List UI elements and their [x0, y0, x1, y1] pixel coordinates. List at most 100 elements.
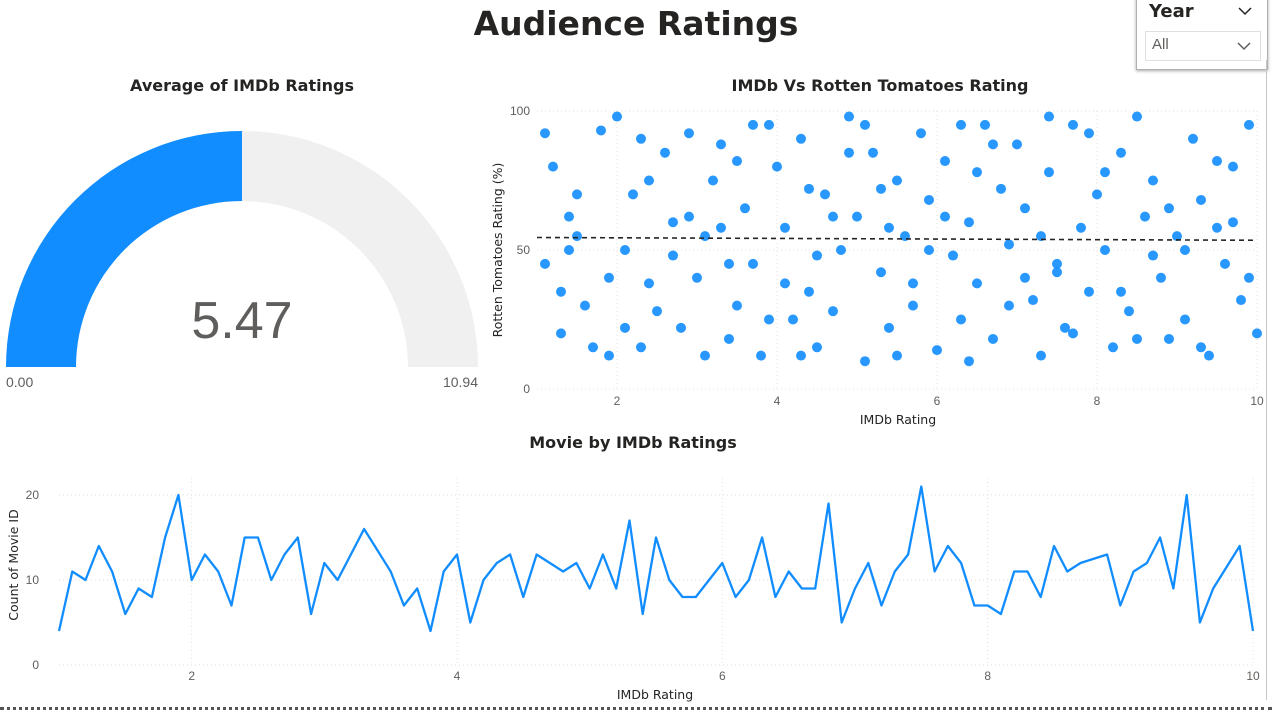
scatter-point[interactable]	[732, 156, 742, 167]
slicer-dropdown[interactable]: All	[1145, 31, 1261, 61]
scatter-point[interactable]	[956, 119, 966, 130]
scatter-point[interactable]	[1196, 194, 1206, 205]
scatter-point[interactable]	[788, 314, 798, 325]
scatter-point[interactable]	[772, 161, 782, 172]
scatter-point[interactable]	[1132, 111, 1142, 122]
scatter-point[interactable]	[724, 258, 734, 269]
scatter-point[interactable]	[972, 278, 982, 289]
scatter-point[interactable]	[572, 231, 582, 242]
scatter-point[interactable]	[1124, 306, 1134, 317]
scatter-point[interactable]	[924, 245, 934, 255]
scatter-point[interactable]	[980, 119, 990, 130]
scatter-point[interactable]	[828, 211, 838, 222]
scatter-point[interactable]	[964, 217, 974, 228]
scatter-point[interactable]	[884, 322, 894, 333]
scatter-point[interactable]	[1068, 328, 1078, 339]
scatter-point[interactable]	[804, 183, 814, 194]
scatter-point[interactable]	[908, 278, 918, 289]
scatter-point[interactable]	[732, 300, 742, 311]
scatter-point[interactable]	[620, 245, 630, 255]
scatter-point[interactable]	[548, 161, 558, 172]
scatter-point[interactable]	[1020, 203, 1030, 214]
scatter-point[interactable]	[796, 350, 806, 361]
scatter-point[interactable]	[1116, 147, 1126, 158]
scatter-point[interactable]	[1092, 189, 1102, 200]
scatter-point[interactable]	[540, 258, 550, 269]
scatter-point[interactable]	[684, 211, 694, 222]
scatter-point[interactable]	[612, 111, 622, 122]
scatter-point[interactable]	[1004, 300, 1014, 311]
scatter-point[interactable]	[1188, 133, 1198, 144]
scatter-point[interactable]	[748, 119, 758, 130]
scatter-point[interactable]	[604, 272, 614, 283]
scatter-point[interactable]	[988, 333, 998, 344]
scatter-point[interactable]	[684, 128, 694, 139]
scatter-point[interactable]	[1084, 286, 1094, 297]
scatter-point[interactable]	[716, 139, 726, 150]
scatter-point[interactable]	[1164, 203, 1174, 214]
scatter-point[interactable]	[1228, 217, 1238, 228]
scatter-point[interactable]	[820, 189, 830, 200]
scatter-point[interactable]	[1108, 342, 1118, 353]
scatter-point[interactable]	[892, 350, 902, 361]
scatter-point[interactable]	[1180, 314, 1190, 325]
scatter-point[interactable]	[1244, 272, 1254, 283]
chevron-down-icon[interactable]	[1236, 38, 1252, 54]
scatter-point[interactable]	[908, 300, 918, 311]
scatter-point[interactable]	[668, 250, 678, 261]
scatter-point[interactable]	[748, 258, 758, 269]
scatter-point[interactable]	[1180, 245, 1190, 255]
scatter-point[interactable]	[836, 245, 846, 255]
scatter-point[interactable]	[1100, 245, 1110, 255]
scatter-point[interactable]	[916, 128, 926, 139]
scatter-point[interactable]	[1236, 295, 1246, 306]
scatter-point[interactable]	[580, 300, 590, 311]
scatter-point[interactable]	[716, 222, 726, 233]
scatter-point[interactable]	[844, 147, 854, 158]
scatter-point[interactable]	[956, 314, 966, 325]
scatter-point[interactable]	[644, 175, 654, 186]
scatter-point[interactable]	[796, 133, 806, 144]
scatter-point[interactable]	[884, 222, 894, 233]
scatter-point[interactable]	[996, 183, 1006, 194]
scatter-point[interactable]	[620, 322, 630, 333]
scatter-point[interactable]	[860, 119, 870, 130]
scatter-point[interactable]	[652, 306, 662, 317]
scatter-point[interactable]	[812, 250, 822, 261]
scatter-point[interactable]	[1204, 350, 1214, 361]
scatter-point[interactable]	[1252, 328, 1262, 339]
scatter-point[interactable]	[1212, 222, 1222, 233]
scatter-point[interactable]	[948, 250, 958, 261]
scatter-point[interactable]	[764, 314, 774, 325]
scatter-point[interactable]	[1212, 156, 1222, 167]
scatter-point[interactable]	[1244, 119, 1254, 130]
scatter-point[interactable]	[804, 286, 814, 297]
scatter-point[interactable]	[852, 211, 862, 222]
scatter-point[interactable]	[1068, 119, 1078, 130]
scatter-point[interactable]	[844, 111, 854, 122]
scatter-point[interactable]	[860, 356, 870, 367]
scatter-point[interactable]	[1148, 175, 1158, 186]
scatter-point[interactable]	[676, 322, 686, 333]
scatter-point[interactable]	[644, 278, 654, 289]
scatter-point[interactable]	[1220, 258, 1230, 269]
scatter-point[interactable]	[604, 350, 614, 361]
scatter-point[interactable]	[780, 222, 790, 233]
scatter-point[interactable]	[828, 306, 838, 317]
scatter-point[interactable]	[1020, 272, 1030, 283]
scatter-point[interactable]	[964, 356, 974, 367]
scatter-point[interactable]	[1012, 139, 1022, 150]
scatter-point[interactable]	[668, 217, 678, 228]
scatter-point[interactable]	[700, 231, 710, 242]
scatter-point[interactable]	[1228, 161, 1238, 172]
scatter-point[interactable]	[1132, 333, 1142, 344]
scatter-point[interactable]	[932, 345, 942, 356]
scatter-point[interactable]	[756, 350, 766, 361]
scatter-point[interactable]	[700, 350, 710, 361]
scatter-point[interactable]	[724, 333, 734, 344]
scatter-point[interactable]	[692, 272, 702, 283]
scatter-point[interactable]	[1044, 111, 1054, 122]
scatter-point[interactable]	[1044, 167, 1054, 178]
scatter-point[interactable]	[876, 183, 886, 194]
scatter-point[interactable]	[764, 119, 774, 130]
